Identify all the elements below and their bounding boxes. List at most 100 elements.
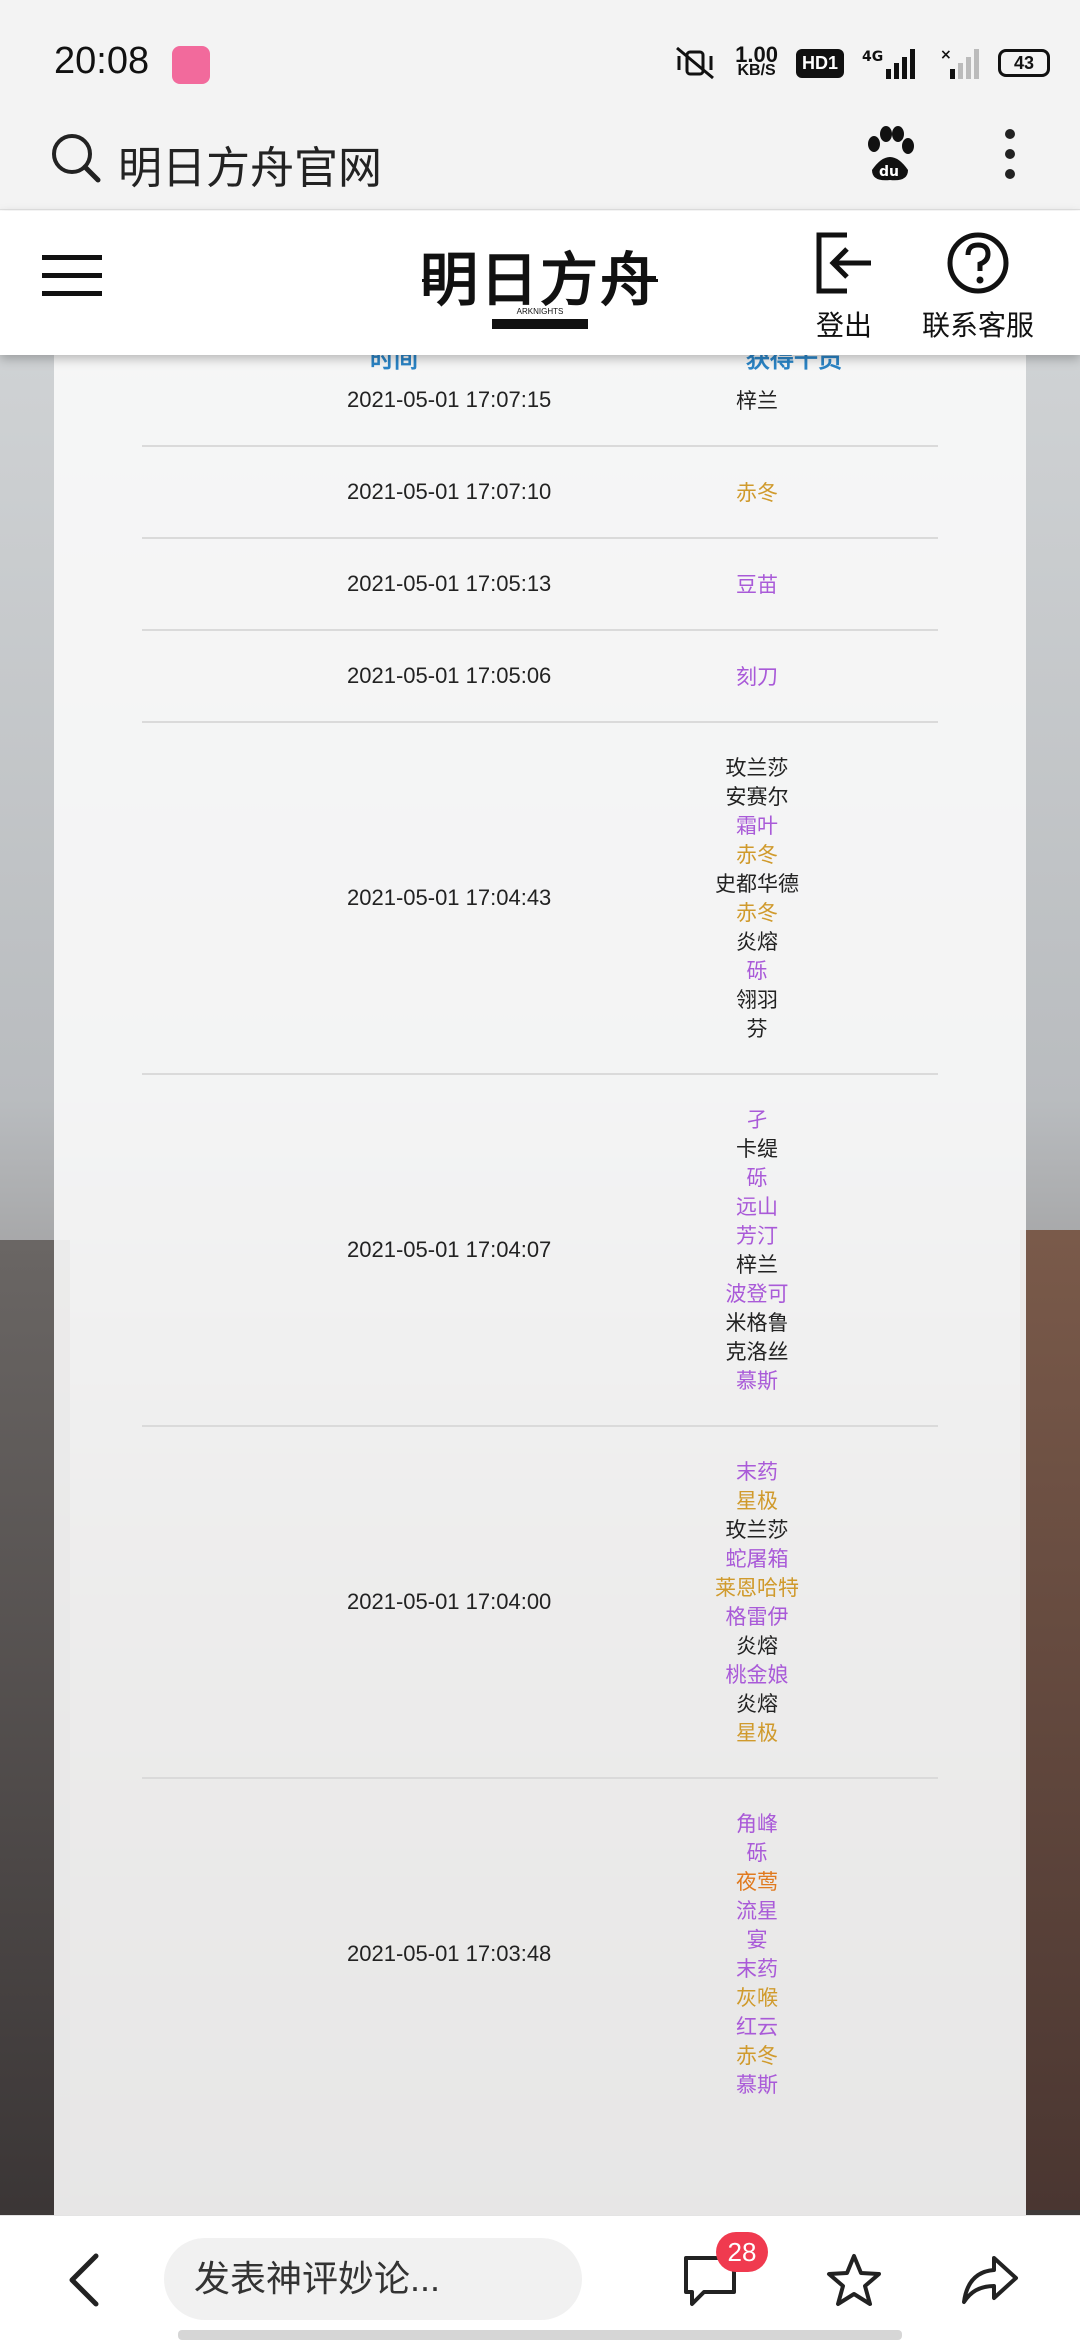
operator-name: 格雷伊 xyxy=(725,1606,789,1629)
operator-name: 莱恩哈特 xyxy=(715,1577,799,1600)
operator-name: 远山 xyxy=(736,1196,778,1219)
hd-icon: HD1 xyxy=(795,48,844,78)
row-time: 2021-05-01 17:03:48 xyxy=(142,1941,642,1967)
battery-icon: 43 xyxy=(998,49,1050,77)
operator-name: 孑 xyxy=(746,1109,768,1132)
row-operators: 赤冬 xyxy=(692,479,822,508)
operator-name: 安赛尔 xyxy=(725,786,789,809)
row-time: 2021-05-01 17:07:15 xyxy=(142,387,642,413)
logo-subtitle: ARKNIGHTS xyxy=(516,307,564,316)
support-label: 联系客服 xyxy=(921,310,1034,341)
table-row: 2021-05-01 17:07:15 梓兰 xyxy=(142,355,938,447)
svg-text:du: du xyxy=(879,164,899,180)
row-operators: 角峰砾夜莺 流星宴末药 灰喉 红云 赤冬 慕斯 xyxy=(692,1810,822,2100)
row-time-text: 2021-05-01 17:07:15 xyxy=(347,387,552,412)
browser-bottom-bar: 发表神评妙论... 28 xyxy=(0,2215,1080,2340)
operator-name: 砾 xyxy=(746,1167,768,1190)
customer-support-button[interactable]: 联系客服 xyxy=(918,231,1038,344)
operator-name: 炎熔 xyxy=(736,1693,778,1716)
operator-name: 赤冬 xyxy=(736,844,778,867)
row-operators: 末药 星极 玫兰莎 蛇屠箱 莱恩哈特 格雷伊 炎熔 桃金娘 炎熔 星极 xyxy=(692,1458,822,1748)
home-indicator xyxy=(178,2330,902,2340)
arknights-logo[interactable]: 明日方舟 ARKNIGHTS xyxy=(420,227,660,345)
svg-text:4G: 4G xyxy=(862,49,883,65)
favorite-star-icon[interactable] xyxy=(824,2252,884,2310)
row-time: 2021-05-01 17:04:07 xyxy=(142,1237,642,1263)
comment-count-badge: 28 xyxy=(716,2232,768,2272)
operator-name: 赤冬 xyxy=(736,481,778,505)
baidu-paw-icon[interactable]: du xyxy=(862,124,918,184)
operator-name: 波登可 xyxy=(725,1283,789,1306)
operator-name: 蛇屠箱 xyxy=(725,1548,789,1571)
row-time: 2021-05-01 17:05:13 xyxy=(142,571,642,597)
logo-text: 明日方舟 xyxy=(420,246,661,314)
row-operators: 梓兰 xyxy=(692,387,822,416)
gacha-history-card: 时间 获得干员 2021-05-01 17:07:15 梓兰 2021-05-01 … xyxy=(54,346,1026,2215)
operator-name: 霜叶 xyxy=(736,815,778,838)
comment-input[interactable]: 发表神评妙论... xyxy=(164,2238,582,2320)
more-options-icon[interactable] xyxy=(998,124,1022,184)
operator-name: 红云 xyxy=(736,2016,778,2039)
logout-button[interactable]: 登出 xyxy=(806,231,882,344)
logo-underline xyxy=(492,319,588,329)
table-row: 2021-05-01 17:07:10 赤冬 xyxy=(142,447,938,539)
operator-name: 末药 xyxy=(736,1461,778,1484)
operator-name: 炎熔 xyxy=(736,1635,778,1658)
row-time-text: 2021-05-01 17:05:06 xyxy=(347,663,552,688)
operator-name: 梓兰 xyxy=(736,1254,778,1277)
search-query[interactable]: 明日方舟官网 xyxy=(118,132,382,196)
status-time: 20:08 xyxy=(54,40,150,82)
operator-name: 克洛丝 xyxy=(725,1341,789,1364)
table-row: 2021-05-01 17:05:06 刻刀 xyxy=(142,631,938,723)
operator-name: 宴 xyxy=(746,1929,768,1952)
operator-name: 末药 xyxy=(736,1958,778,1981)
row-time-text: 2021-05-01 17:04:07 xyxy=(347,1237,552,1262)
table-row: 2021-05-01 17:04:07 孑卡缇砾远山 芳汀 梓兰 波登可 米格鲁 克洛丝 慕斯 xyxy=(142,1075,938,1427)
operator-name: 夜莺 xyxy=(736,1871,778,1894)
vibrate-mute-icon xyxy=(676,46,715,80)
bilibili-app-icon xyxy=(172,46,210,84)
site-header: 明日方舟 ARKNIGHTS 登出 联系客服 xyxy=(0,211,1080,355)
logout-label: 登出 xyxy=(815,310,872,341)
operator-name: 豆苗 xyxy=(736,573,778,597)
operator-name: 赤冬 xyxy=(736,2045,778,2068)
operator-name: 玫兰莎 xyxy=(725,757,789,780)
operator-name: 慕斯 xyxy=(736,1370,778,1393)
row-time: 2021-05-01 17:07:10 xyxy=(142,479,642,505)
browser-search-bar[interactable]: 明日方舟官网 du xyxy=(0,110,1080,210)
operator-name: 星极 xyxy=(736,1722,778,1745)
operator-name: 砾 xyxy=(746,960,768,983)
operator-name: 星极 xyxy=(736,1490,778,1513)
signal-4g-icon: 4G xyxy=(862,49,915,79)
back-icon[interactable] xyxy=(64,2252,104,2308)
operator-name: 桃金娘 xyxy=(725,1664,789,1687)
row-operators: 孑卡缇砾远山 芳汀 梓兰 波登可 米格鲁 克洛丝 慕斯 xyxy=(692,1106,822,1396)
operator-name: 梓兰 xyxy=(736,389,778,413)
row-operators: 刻刀 xyxy=(692,663,822,692)
row-time-text: 2021-05-01 17:03:48 xyxy=(347,1941,552,1966)
operator-name: 翎羽 xyxy=(736,989,778,1012)
operator-name: 芬 xyxy=(746,1018,768,1041)
operator-name: 砾 xyxy=(746,1842,768,1865)
row-time: 2021-05-01 17:04:43 xyxy=(142,885,642,911)
status-indicators: 1.00 KB/S HD1 4G × 43 xyxy=(673,40,1050,86)
row-operators: 豆苗 xyxy=(692,571,822,600)
operator-name: 灰喉 xyxy=(736,1987,778,2010)
row-time: 2021-05-01 17:04:00 xyxy=(142,1589,642,1615)
background-art-right xyxy=(1020,1230,1080,2210)
row-time-text: 2021-05-01 17:04:00 xyxy=(347,1589,552,1614)
network-speed: 1.00 KB/S xyxy=(735,42,778,79)
hamburger-menu-icon[interactable] xyxy=(42,253,102,297)
search-icon[interactable] xyxy=(48,130,104,186)
table-row: 2021-05-01 17:03:48 角峰砾夜莺 流星宴末药 灰喉 红云 赤冬 慕斯 xyxy=(142,1779,938,2131)
row-time-text: 2021-05-01 17:05:13 xyxy=(347,571,552,596)
operator-name: 慕斯 xyxy=(736,2074,778,2097)
signal-no-service-icon: × xyxy=(940,47,979,79)
share-icon[interactable] xyxy=(960,2252,1020,2308)
operator-name: 史都华德 xyxy=(715,873,799,896)
operator-name: 角峰 xyxy=(736,1813,778,1836)
row-time-text: 2021-05-01 17:07:10 xyxy=(347,479,552,504)
table-row: 2021-05-01 17:05:13 豆苗 xyxy=(142,539,938,631)
row-operators: 玫兰莎 安赛尔 霜叶 赤冬 史都华德 赤冬 炎熔砾翎羽芬 xyxy=(692,754,822,1044)
help-icon xyxy=(947,232,1009,294)
